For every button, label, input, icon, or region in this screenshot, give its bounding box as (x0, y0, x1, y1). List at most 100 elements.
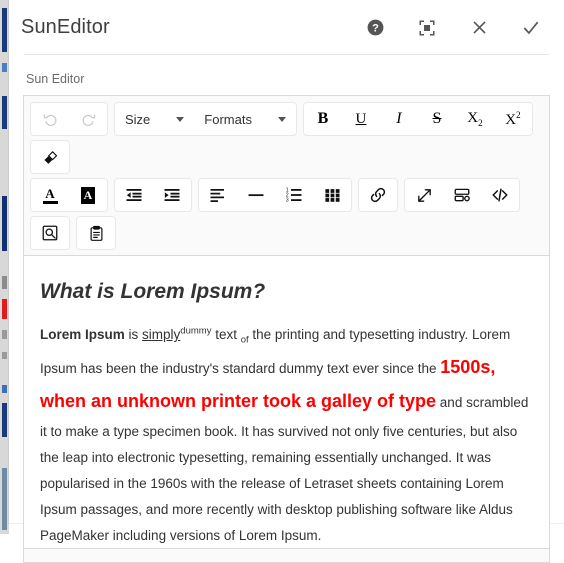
backdrop-strip (0, 0, 9, 534)
fullscreen-icon[interactable] (416, 17, 438, 39)
backdrop-accent (2, 96, 7, 129)
indent-button[interactable] (153, 179, 191, 211)
document-paragraph: Lorem Ipsum is simplydummy text of the p… (40, 322, 533, 548)
table-button[interactable] (313, 179, 351, 211)
find-replace-button[interactable] (31, 217, 69, 249)
backdrop-accent (2, 330, 7, 339)
backdrop-accent (2, 8, 7, 52)
indent-icon (163, 186, 181, 204)
image-button[interactable] (405, 179, 443, 211)
font-color-button[interactable]: A (31, 179, 69, 211)
redo-button[interactable] (69, 103, 107, 135)
italic-button[interactable]: I (380, 103, 418, 135)
backdrop-accent (2, 385, 7, 393)
text-style-group: B U I S X2 X2 (303, 102, 533, 136)
font-color-swatch (43, 201, 58, 204)
paragraph-underlined: simply (142, 327, 180, 342)
template-button[interactable] (77, 217, 115, 249)
font-color-letter: A (45, 187, 54, 200)
horizontal-line-icon (247, 186, 265, 204)
superscript-index: 2 (516, 110, 521, 120)
help-icon[interactable]: ? (364, 17, 386, 39)
superscript-icon: X2 (505, 111, 520, 128)
subscript-button[interactable]: X2 (456, 103, 494, 135)
confirm-icon[interactable] (520, 17, 542, 39)
link-button[interactable] (359, 179, 397, 211)
italic-icon: I (396, 111, 401, 127)
remove-format-button[interactable] (31, 141, 69, 173)
color-group: A A (30, 178, 108, 212)
paragraph-subscript: of (241, 335, 249, 346)
subscript-icon: X2 (467, 111, 482, 128)
code-icon (491, 186, 509, 204)
video-button[interactable] (443, 179, 481, 211)
outdent-icon (125, 186, 143, 204)
underline-button[interactable]: U (342, 103, 380, 135)
bold-button[interactable]: B (304, 103, 342, 135)
video-icon (453, 186, 471, 204)
backdrop-accent (2, 63, 7, 72)
chevron-down-icon (176, 117, 184, 122)
toolbar-row-3 (27, 214, 546, 252)
block-group: 1 2 3 (198, 178, 352, 212)
link-icon (369, 186, 387, 204)
align-button[interactable] (199, 179, 237, 211)
superscript-button[interactable]: X2 (494, 103, 532, 135)
suneditor-container: Size Formats B U I (23, 95, 550, 563)
code-view-button[interactable] (481, 179, 519, 211)
highlight-color-button[interactable]: A (69, 179, 107, 211)
strikethrough-button[interactable]: S (418, 103, 456, 135)
backdrop-accent (2, 276, 7, 289)
close-icon[interactable] (468, 17, 490, 39)
resize-arrows-icon (416, 187, 433, 204)
formats-select[interactable]: Formats (194, 103, 296, 135)
font-size-select[interactable]: Size (115, 103, 194, 135)
header-actions: ? (364, 17, 542, 39)
editor-field-label: Sun Editor (9, 55, 564, 95)
formats-label: Formats (204, 112, 252, 127)
superscript-base: X (505, 112, 516, 128)
table-icon (324, 187, 341, 204)
outdent-button[interactable] (115, 179, 153, 211)
media-group (404, 178, 520, 212)
editor-resize-bar[interactable] (24, 548, 549, 562)
subscript-base: X (467, 110, 478, 126)
horizontal-rule-button[interactable] (237, 179, 275, 211)
paragraph-superscript: dummy (180, 326, 211, 337)
header-divider (24, 54, 549, 55)
editor-content-area[interactable]: What is Lorem Ipsum? Lorem Ipsum is simp… (24, 256, 549, 548)
backdrop-accent (2, 196, 7, 251)
svg-text:3: 3 (286, 197, 289, 203)
align-left-icon (209, 186, 227, 204)
backdrop-accent (2, 403, 7, 437)
subscript-index: 2 (478, 118, 483, 128)
suneditor-modal: SunEditor ? (9, 0, 564, 523)
toolbar-row-1: Size Formats B U I (27, 100, 546, 176)
svg-text:?: ? (372, 22, 379, 34)
font-color-icon: A (43, 187, 58, 204)
undo-button[interactable] (31, 103, 69, 135)
document-heading: What is Lorem Ipsum? (40, 280, 533, 304)
toolbar-row-2: A A (27, 176, 546, 214)
dropdown-group: Size Formats (114, 102, 297, 136)
backdrop-accent (2, 352, 7, 359)
editor-toolbar: Size Formats B U I (24, 96, 549, 256)
indent-group (114, 178, 192, 212)
paragraph-is: is (125, 327, 142, 342)
search-group (30, 216, 70, 250)
bold-icon: B (318, 111, 329, 127)
chevron-down-icon (278, 117, 286, 122)
backdrop-accent (2, 468, 7, 530)
history-group (30, 102, 108, 136)
paragraph-tail: and scrambled it to make a type specimen… (40, 395, 528, 542)
underline-icon: U (356, 112, 367, 127)
strikethrough-icon: S (433, 111, 442, 127)
template-group (76, 216, 116, 250)
remove-format-group (30, 140, 70, 174)
font-size-label: Size (125, 112, 150, 127)
link-group (358, 178, 398, 212)
backdrop-accent (2, 299, 7, 319)
paragraph-bold-lead: Lorem Ipsum (40, 327, 125, 342)
paragraph-text: text (211, 327, 240, 342)
list-button[interactable]: 1 2 3 (275, 179, 313, 211)
